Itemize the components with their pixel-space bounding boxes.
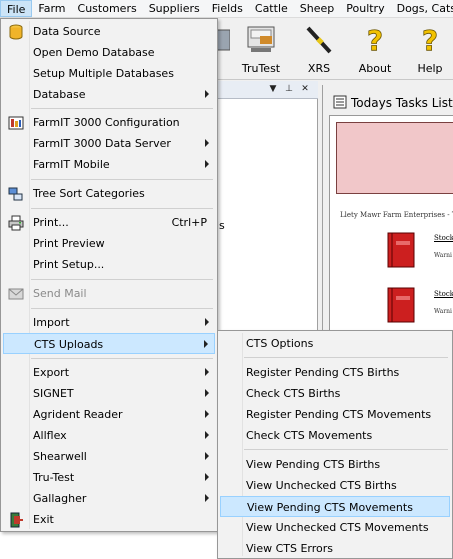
menu-item-setup-multiple-databases[interactable]: Setup Multiple Databases <box>3 63 215 84</box>
submenu-arrow-icon <box>204 340 208 348</box>
menu-dogs-cats[interactable]: Dogs, Cats <box>391 0 453 17</box>
stock-link[interactable]: Stock <box>434 234 453 242</box>
pin-icon[interactable]: ⊥ <box>284 83 294 95</box>
toolbar-button-about[interactable]: ? About <box>350 22 400 78</box>
stock-link[interactable]: Stock <box>434 290 453 298</box>
xrs-wand-icon <box>306 26 332 54</box>
tasks-header-box <box>336 122 453 194</box>
printer-icon <box>8 215 24 231</box>
menu-suppliers[interactable]: Suppliers <box>143 0 206 17</box>
menu-item-farmit-configuration[interactable]: FarmIT 3000 Configuration <box>3 112 215 133</box>
menu-cattle[interactable]: Cattle <box>249 0 294 17</box>
tree-icon <box>8 187 23 201</box>
dropdown-arrow-icon[interactable]: ▼ <box>268 83 278 95</box>
database-icon <box>9 24 23 40</box>
menu-item-open-demo-database[interactable]: Open Demo Database <box>3 42 215 63</box>
config-icon <box>8 116 24 130</box>
submenu-arrow-icon <box>205 368 209 376</box>
warning-text: Warni <box>434 252 452 259</box>
submenu-arrow-icon <box>205 389 209 397</box>
submenu-arrow-icon <box>205 494 209 502</box>
submenu-arrow-icon <box>205 90 209 98</box>
menu-separator <box>31 208 213 209</box>
tasks-title-bar: Todays Tasks List <box>329 93 453 113</box>
menu-separator <box>31 108 213 109</box>
menu-item-view-pending-cts-movements[interactable]: View Pending CTS Movements <box>220 496 450 517</box>
submenu-arrow-icon <box>205 318 209 326</box>
menu-item-exit[interactable]: Exit <box>3 509 215 530</box>
menu-item-database[interactable]: Database <box>3 84 215 105</box>
tasks-list-icon <box>333 95 347 109</box>
menu-item-check-cts-movements[interactable]: Check CTS Movements <box>220 425 450 446</box>
close-icon[interactable]: ✕ <box>300 83 310 95</box>
menu-item-farmit-mobile[interactable]: FarmIT Mobile <box>3 154 215 175</box>
menu-item-signet[interactable]: SIGNET <box>3 383 215 404</box>
svg-text:?: ? <box>422 24 438 54</box>
file-menu: Data Source Open Demo Database Setup Mul… <box>0 18 218 532</box>
exit-icon <box>10 512 23 528</box>
menu-item-print[interactable]: Print... Ctrl+P <box>3 212 215 233</box>
svg-text:?: ? <box>367 24 383 54</box>
menu-item-view-pending-cts-births[interactable]: View Pending CTS Births <box>220 454 450 475</box>
menu-item-view-unchecked-cts-movements[interactable]: View Unchecked CTS Movements <box>220 517 450 538</box>
red-book-icon <box>387 232 415 268</box>
menu-separator <box>31 308 213 309</box>
menu-item-send-mail: Send Mail <box>3 283 215 304</box>
menu-item-print-preview[interactable]: Print Preview <box>3 233 215 254</box>
farm-enterprise-text: Llety Mawr Farm Enterprises - Tala <box>340 211 453 219</box>
menu-item-tree-sort-categories[interactable]: Tree Sort Categories <box>3 183 215 204</box>
menu-separator <box>31 179 213 180</box>
red-book-icon <box>387 287 415 323</box>
menu-item-agrident-reader[interactable]: Agrident Reader <box>3 404 215 425</box>
warning-text: Warni <box>434 308 452 315</box>
submenu-arrow-icon <box>205 452 209 460</box>
menu-bar: File Farm Customers Suppliers Fields Cat… <box>0 0 453 18</box>
toolbar-button-help[interactable]: ? Help <box>405 22 453 78</box>
menu-item-farmit-data-server[interactable]: FarmIT 3000 Data Server <box>3 133 215 154</box>
menu-item-register-pending-cts-movements[interactable]: Register Pending CTS Movements <box>220 404 450 425</box>
menu-separator <box>244 449 448 450</box>
cts-uploads-submenu: CTS Options Register Pending CTS Births … <box>217 330 453 559</box>
menu-fields[interactable]: Fields <box>206 0 249 17</box>
menu-item-view-cts-errors[interactable]: View CTS Errors <box>220 538 450 559</box>
trutest-icon <box>247 26 275 52</box>
tasks-title: Todays Tasks List <box>351 96 453 110</box>
menu-sheep[interactable]: Sheep <box>294 0 340 17</box>
toolbar-button-trutest[interactable]: TruTest <box>236 22 286 78</box>
menu-item-register-pending-cts-births[interactable]: Register Pending CTS Births <box>220 362 450 383</box>
question-icon: ? <box>366 24 383 54</box>
submenu-arrow-icon <box>205 139 209 147</box>
menu-item-allflex[interactable]: Allflex <box>3 425 215 446</box>
menu-item-check-cts-births[interactable]: Check CTS Births <box>220 383 450 404</box>
menu-separator <box>31 358 213 359</box>
submenu-arrow-icon <box>205 431 209 439</box>
menu-customers[interactable]: Customers <box>72 0 143 17</box>
menu-poultry[interactable]: Poultry <box>340 0 390 17</box>
print-shortcut: Ctrl+P <box>171 216 207 229</box>
menu-item-gallagher[interactable]: Gallagher <box>3 488 215 509</box>
menu-item-tru-test[interactable]: Tru-Test <box>3 467 215 488</box>
toolbar-button-xrs[interactable]: XRS <box>294 22 344 78</box>
menu-item-cts-uploads[interactable]: CTS Uploads <box>3 333 215 354</box>
menu-item-import[interactable]: Import <box>3 312 215 333</box>
menu-separator <box>31 279 213 280</box>
menu-item-print-setup[interactable]: Print Setup... <box>3 254 215 275</box>
menu-item-view-unchecked-cts-births[interactable]: View Unchecked CTS Births <box>220 475 450 496</box>
submenu-arrow-icon <box>205 160 209 168</box>
submenu-arrow-icon <box>205 410 209 418</box>
question-icon: ? <box>421 24 438 54</box>
menu-file[interactable]: File <box>0 0 33 17</box>
menu-item-data-source[interactable]: Data Source <box>3 21 215 42</box>
menu-item-cts-options[interactable]: CTS Options <box>220 333 450 354</box>
menu-separator <box>244 357 448 358</box>
mail-icon <box>8 288 24 300</box>
menu-item-shearwell[interactable]: Shearwell <box>3 446 215 467</box>
menu-item-export[interactable]: Export <box>3 362 215 383</box>
submenu-arrow-icon <box>205 473 209 481</box>
menu-farm[interactable]: Farm <box>32 0 71 17</box>
